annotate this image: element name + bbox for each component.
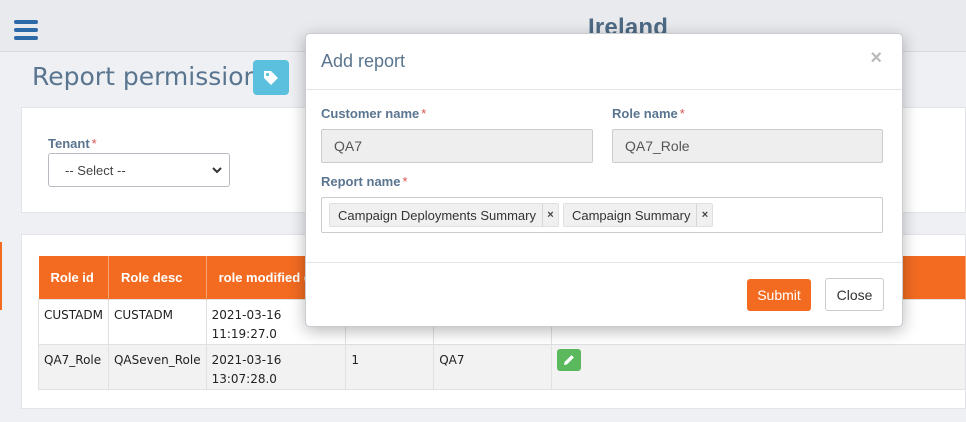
column-header-role-desc[interactable]: Role desc bbox=[108, 256, 207, 299]
cell-role-id: QA7_Role bbox=[38, 343, 109, 390]
pencil-icon bbox=[563, 354, 574, 365]
tenant-select[interactable]: -- Select -- bbox=[48, 153, 230, 187]
submit-button[interactable]: Submit bbox=[747, 279, 811, 311]
customer-name-label: Customer name * bbox=[321, 106, 427, 121]
role-name-label: Role name * bbox=[612, 106, 685, 121]
cell-col4: 1 bbox=[345, 343, 435, 390]
cell-role-desc: CUSTADM bbox=[107, 298, 207, 345]
cell-role-desc: QASeven_Role bbox=[107, 343, 207, 390]
remove-chip-icon[interactable]: × bbox=[541, 204, 558, 226]
close-icon[interactable]: × bbox=[870, 47, 882, 70]
customer-name-field[interactable]: QA7 bbox=[321, 129, 593, 163]
report-name-multiselect[interactable]: Campaign Deployments Summary × Campaign … bbox=[321, 197, 883, 233]
hamburger-icon[interactable] bbox=[14, 20, 38, 40]
report-chip: Campaign Summary × bbox=[562, 203, 714, 227]
edit-button[interactable] bbox=[556, 348, 581, 371]
report-name-label: Report name * bbox=[321, 174, 408, 189]
modal-header: Add report × bbox=[306, 34, 902, 90]
tag-icon bbox=[264, 70, 278, 85]
close-button[interactable]: Close bbox=[825, 278, 884, 311]
cell-col5: QA7 bbox=[433, 343, 552, 390]
left-accent-bar bbox=[0, 242, 2, 310]
role-name-field[interactable]: QA7_Role bbox=[612, 129, 883, 163]
modal-footer-divider bbox=[306, 262, 902, 263]
add-report-modal: Add report × Customer name * QA7 Role nam… bbox=[305, 33, 903, 327]
cell-role-id: CUSTADM bbox=[38, 298, 109, 345]
table-row: QA7_Role QASeven_Role 2021-03-16 13:07:28… bbox=[38, 343, 966, 390]
page-title: Report permissions bbox=[32, 62, 273, 91]
tenant-select-value: -- Select -- bbox=[65, 162, 126, 178]
tenant-label: Tenant * bbox=[48, 136, 97, 151]
tag-button[interactable] bbox=[253, 60, 289, 95]
column-header-role-id[interactable]: Role id bbox=[38, 256, 109, 299]
modal-title: Add report bbox=[321, 51, 406, 71]
cell-actions bbox=[550, 343, 966, 390]
chevron-down-icon bbox=[212, 167, 222, 174]
remove-chip-icon[interactable]: × bbox=[696, 204, 712, 226]
report-chip: Campaign Deployments Summary × bbox=[329, 203, 559, 227]
cell-modified: 2021-03-16 13:07:28.0 bbox=[205, 343, 347, 390]
